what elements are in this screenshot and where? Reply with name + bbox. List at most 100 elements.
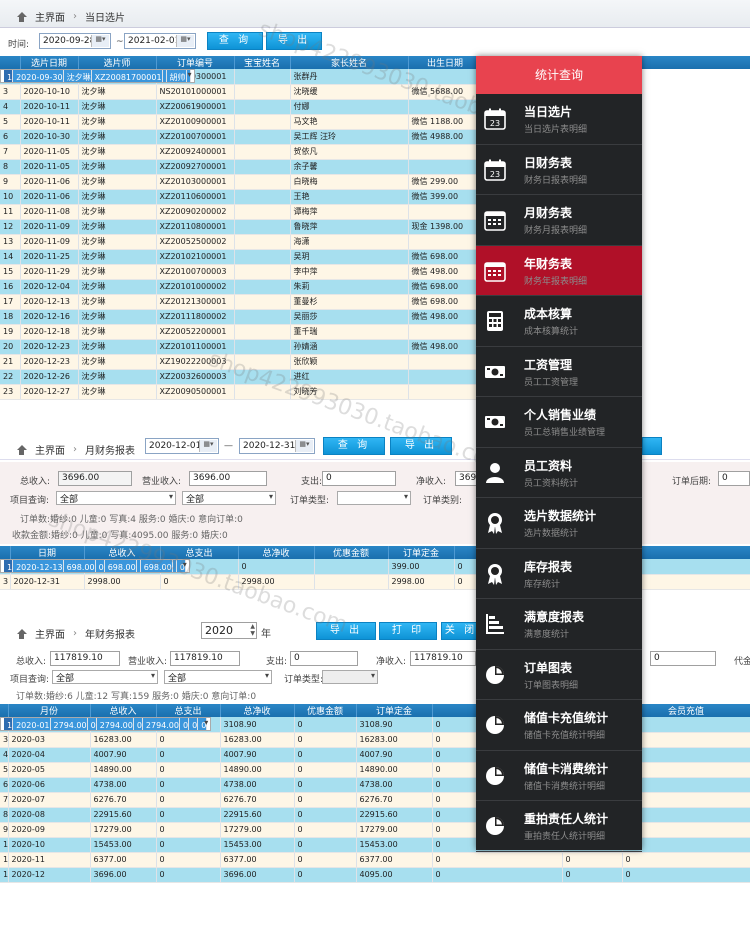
column-header[interactable]: 订单定金	[356, 704, 433, 717]
row-number: 19	[0, 324, 21, 340]
column-header[interactable]: 优惠金额	[294, 704, 357, 717]
menu-item-5[interactable]: 工资管理 员工工资管理	[476, 347, 642, 397]
table-cell: 14890.00	[90, 762, 157, 778]
menu-item-8[interactable]: 选片数据统计 选片数据统计	[476, 498, 642, 549]
menu-item-10[interactable]: 满意度报表 满意度统计	[476, 599, 642, 650]
menu-item-12[interactable]: 储值卡充值统计 储值卡充值统计明细	[476, 700, 642, 751]
table-cell: 沈夕琳	[78, 189, 157, 205]
menu-item-4[interactable]: 成本核算 成本核算统计	[476, 296, 642, 347]
print-button[interactable]: 打 印	[379, 622, 437, 640]
table-cell	[408, 99, 483, 115]
column-header[interactable]: 订单编号	[156, 56, 235, 69]
table-cell	[408, 324, 483, 340]
breadcrumb: 主界面 › 月财务报表	[16, 442, 135, 457]
table-cell: 2020-11-06	[20, 189, 79, 205]
table-cell: 2020-05	[8, 762, 91, 778]
export-button[interactable]: 导 出	[266, 32, 322, 50]
table-cell: 15453.00	[220, 837, 295, 853]
spinner-icon[interactable]: ▲ ▼	[250, 623, 255, 637]
menu-item-9[interactable]: 库存报表 库存统计	[476, 549, 642, 599]
project-select-2[interactable]: 全部	[182, 491, 276, 505]
query-button[interactable]: 查 询	[207, 32, 263, 50]
table-cell: 贺依凡	[290, 144, 409, 160]
row-number: 17	[0, 294, 21, 310]
menu-item-13[interactable]: 储值卡消费统计 储值卡消费统计明细	[476, 751, 642, 801]
date-to-input[interactable]: 2020-12-31 ▦▾	[239, 438, 315, 454]
column-header[interactable]: 订单定金	[388, 546, 455, 559]
breadcrumb-current: 当日选片	[85, 13, 125, 24]
menu-item-7[interactable]: 员工资料 员工资料统计	[476, 448, 642, 498]
table-cell: 698.00	[104, 560, 137, 572]
project-select-1[interactable]: 全部	[52, 670, 158, 684]
date-to-input[interactable]: 2021-02-01 ▦▾	[124, 33, 196, 49]
column-header[interactable]: 家长姓名	[290, 56, 409, 69]
table-row[interactable]: 112020-116377.0006377.0006377.00000	[0, 852, 750, 868]
home-icon	[16, 11, 27, 22]
table-cell: 2794.00	[142, 718, 181, 730]
award-icon	[484, 563, 506, 585]
table-cell: 2020-12-23	[20, 354, 79, 370]
column-header[interactable]: 月份	[8, 704, 91, 717]
breadcrumb-home[interactable]: 主界面	[35, 442, 65, 457]
menu-item-0[interactable]: 23 当日选片 当日选片表明细	[476, 94, 642, 145]
table-cell	[234, 159, 291, 175]
calendar-icon[interactable]: ▦▾	[295, 440, 313, 452]
menu-item-title: 选片数据统计	[524, 509, 597, 523]
table-cell: 2020-04	[8, 747, 91, 763]
calendar-icon[interactable]: ▦▾	[176, 35, 194, 47]
column-header[interactable]: 总收入	[84, 546, 161, 559]
menu-item-subtitle: 库存统计	[524, 579, 561, 590]
menu-item-11[interactable]: 订单图表 订单图表明细	[476, 650, 642, 700]
export-button[interactable]: 导 出	[390, 437, 452, 455]
menu-item-14[interactable]: 重拍责任人统计 重拍责任人统计明细	[476, 801, 642, 852]
table-cell	[314, 559, 389, 575]
date-from-input[interactable]: 2020-09-28 ▦▾	[39, 33, 111, 49]
table-row[interactable]: 122020-123696.0003696.0004095.00000	[0, 867, 750, 883]
query-button[interactable]: 查 询	[323, 437, 385, 455]
date-from-input[interactable]: 2020-12-01 ▦▾	[145, 438, 219, 454]
column-header[interactable]: 总净收	[220, 704, 295, 717]
column-header[interactable]: 优惠金额	[314, 546, 389, 559]
column-header[interactable]: 总收入	[90, 704, 157, 717]
close-button[interactable]: 关 闭	[441, 622, 481, 640]
extra-button[interactable]	[642, 437, 662, 455]
table-cell: 22915.60	[220, 807, 295, 823]
column-header[interactable]: 总支出	[160, 546, 239, 559]
table-row[interactable]: 1 2020-01 2794.00 0 2794.00 0 2794.00 0 0 0	[0, 717, 212, 731]
menu-item-6[interactable]: 个人销售业绩 员工总销售业绩管理	[476, 397, 642, 448]
table-cell: XZ20110600001	[156, 189, 235, 205]
column-header[interactable]: 日期	[10, 546, 85, 559]
year-input[interactable]: 2020 ▲ ▼	[201, 622, 257, 639]
project-select-2[interactable]: 全部	[164, 670, 272, 684]
table-cell	[234, 339, 291, 355]
table-cell: 4007.90	[220, 747, 295, 763]
svg-text:23: 23	[490, 119, 500, 128]
table-cell: 2020-11-05	[20, 144, 79, 160]
row-number: 23	[0, 384, 21, 400]
table-cell: 0	[160, 574, 239, 590]
order-type-select[interactable]	[337, 491, 411, 505]
order-type-select[interactable]	[322, 670, 378, 684]
column-header[interactable]: 宝宝姓名	[234, 56, 291, 69]
menu-item-1[interactable]: 23 日财务表 财务日报表明细	[476, 145, 642, 195]
column-header[interactable]: 选片师	[78, 56, 157, 69]
column-header[interactable]: 总支出	[156, 704, 221, 717]
column-header[interactable]: 选片日期	[20, 56, 79, 69]
export-button[interactable]: 导 出	[316, 622, 376, 640]
column-header[interactable]: 出生日期	[408, 56, 483, 69]
table-row[interactable]: 1 2020-09-30 沈夕琳 XZ20081700001 胡帅	[0, 69, 195, 83]
table-cell: 15453.00	[90, 837, 157, 853]
table-cell: 14890.00	[220, 762, 295, 778]
breadcrumb-home[interactable]: 主界面	[35, 626, 65, 641]
biz-income-label: 营业收入:	[128, 657, 168, 667]
table-cell: 17279.00	[90, 822, 157, 838]
breadcrumb-home[interactable]: 主界面	[35, 9, 65, 24]
table-cell: 0	[133, 718, 143, 730]
project-select-1[interactable]: 全部	[56, 491, 176, 505]
menu-item-2[interactable]: 月财务表 财务月报表明细	[476, 195, 642, 246]
column-header[interactable]: 总净收	[238, 546, 315, 559]
calendar-icon[interactable]: ▦▾	[199, 440, 217, 452]
menu-item-3[interactable]: 年财务表 财务年报表明细	[476, 245, 642, 296]
calendar-icon[interactable]: ▦▾	[91, 35, 109, 47]
table-row[interactable]: 1 2020-12-13 698.00 0 698.00 698.00 0	[0, 559, 190, 573]
